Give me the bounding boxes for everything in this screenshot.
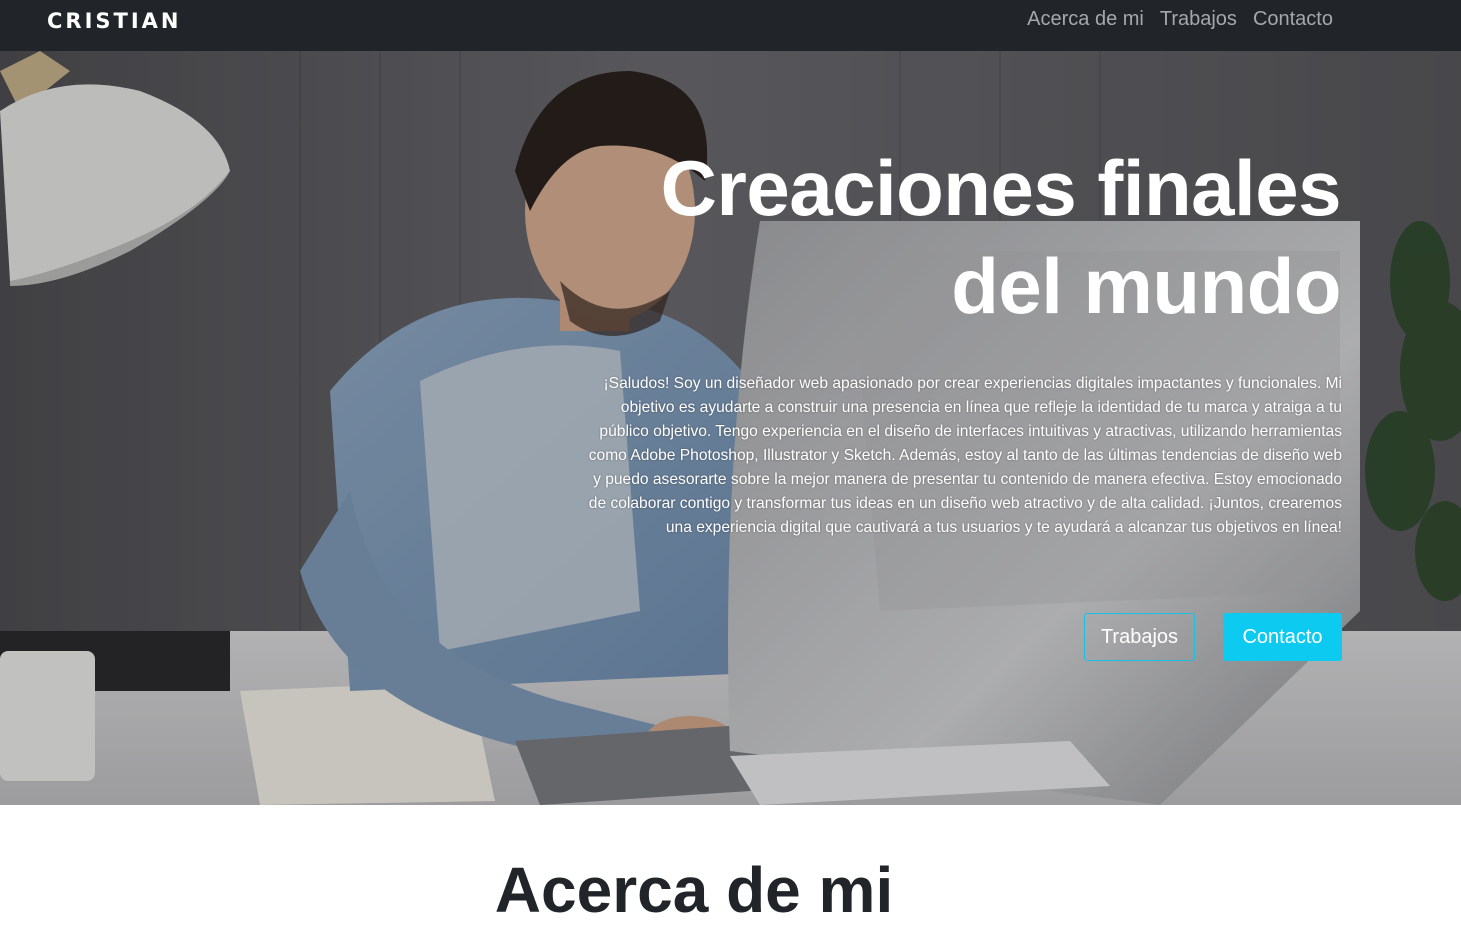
hero-section: Creaciones finales del mundo ¡Saludos! S… (0, 51, 1461, 805)
nav-link-about[interactable]: Acerca de mi (1027, 8, 1144, 31)
hero-title-line-2: del mundo (951, 242, 1341, 330)
nav-links: Acerca de mi Trabajos Contacto (1027, 8, 1333, 31)
hero-title: Creaciones finales del mundo (521, 139, 1342, 335)
works-button[interactable]: Trabajos (1084, 613, 1195, 661)
nav-link-works[interactable]: Trabajos (1160, 8, 1237, 31)
brand-logo[interactable]: CRISTIAN (47, 9, 182, 33)
contact-button[interactable]: Contacto (1223, 613, 1342, 661)
hero-description: ¡Saludos! Soy un diseñador web apasionad… (588, 375, 1342, 536)
navbar: CRISTIAN Acerca de mi Trabajos Contacto (0, 0, 1461, 51)
nav-link-contact[interactable]: Contacto (1253, 8, 1333, 31)
about-section-title: Acerca de mi (494, 854, 894, 926)
hero-title-line-1: Creaciones finales (660, 144, 1342, 232)
